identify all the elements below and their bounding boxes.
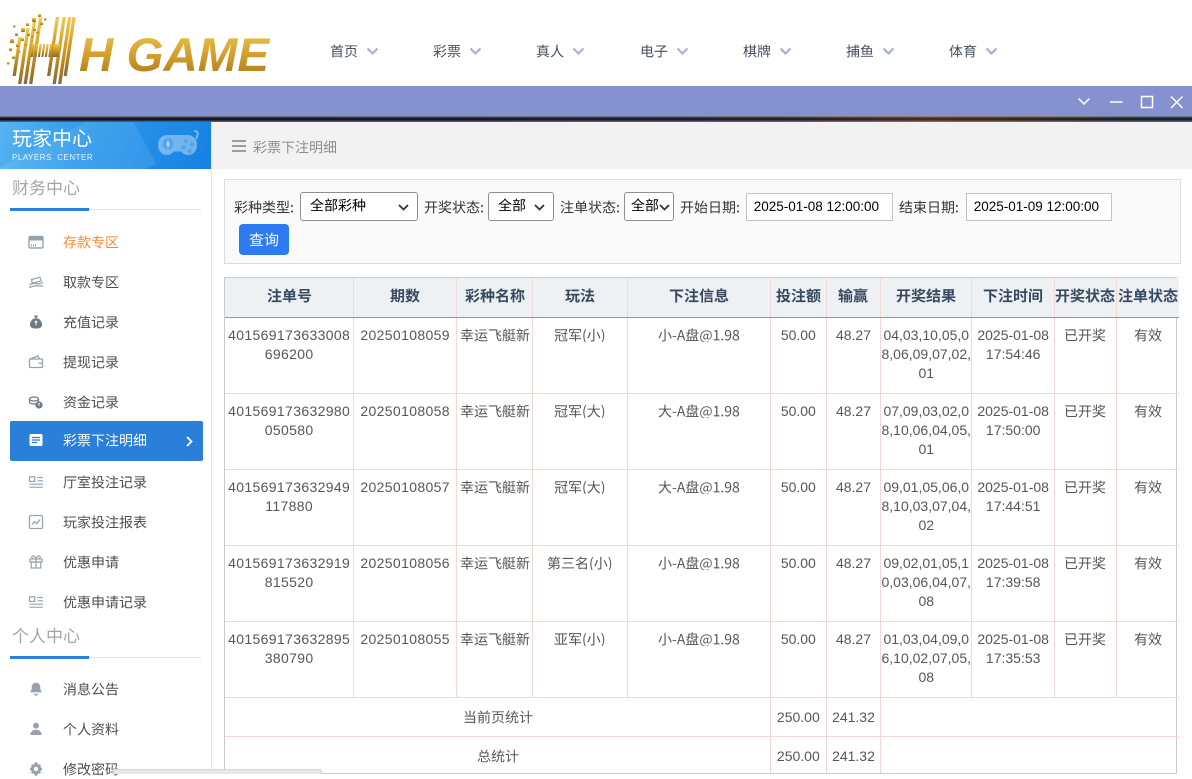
svg-text:H GAME: H GAME [79,29,270,82]
